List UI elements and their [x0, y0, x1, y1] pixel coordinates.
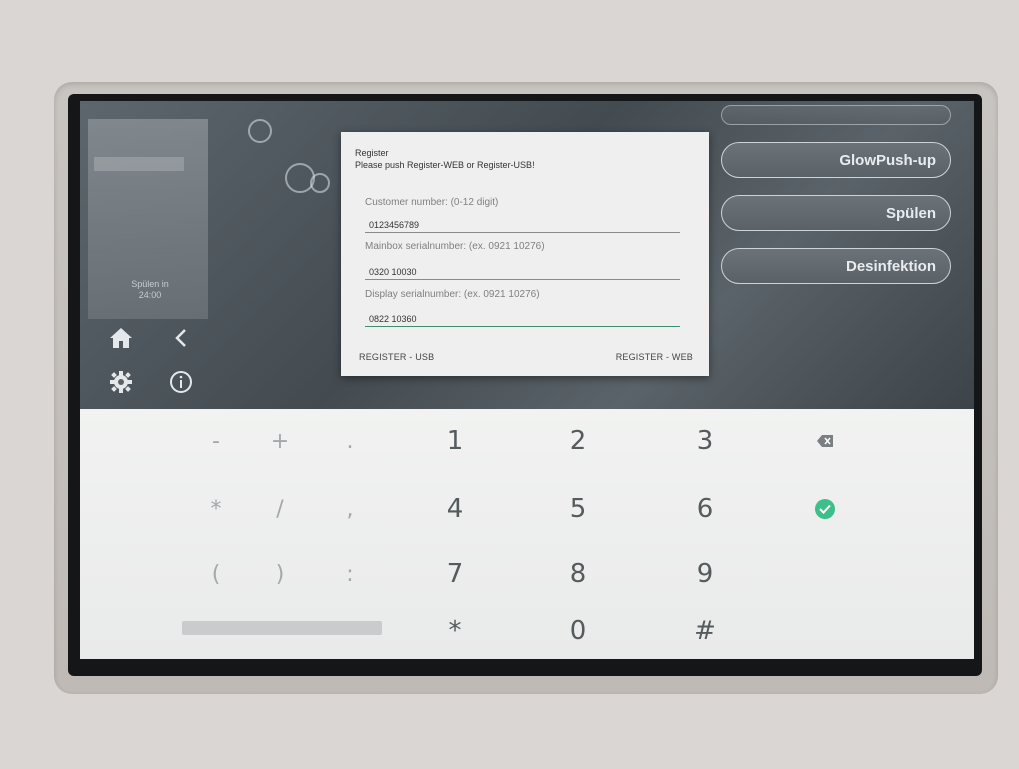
key-1[interactable]: 1 [425, 421, 485, 461]
key-2[interactable]: 2 [548, 421, 608, 461]
rinse-status-time: 24:00 [138, 290, 162, 300]
key-comma[interactable]: , [320, 489, 380, 529]
rinse-status-line: Spülen in [131, 279, 169, 289]
customer-number-label: Customer number: (0-12 digit) [365, 197, 499, 208]
key-hash[interactable]: # [675, 611, 735, 651]
key-9[interactable]: 9 [675, 554, 735, 594]
back-button[interactable] [166, 323, 196, 353]
space-bar[interactable] [182, 621, 382, 635]
customer-number-input[interactable] [365, 217, 680, 233]
display-serial-input[interactable] [365, 311, 680, 327]
key-plus[interactable]: + [250, 421, 310, 461]
check-circle-icon [815, 499, 835, 519]
key-3[interactable]: 3 [675, 421, 735, 461]
glowpush-up-button[interactable]: GlowPush-up [721, 142, 951, 178]
bubble-decoration [310, 173, 330, 193]
key-colon[interactable]: : [320, 554, 380, 594]
desinfektion-label: Desinfektion [845, 257, 936, 275]
confirm-key[interactable] [795, 489, 855, 529]
key-close-paren[interactable]: ) [250, 554, 310, 594]
home-icon [110, 328, 132, 348]
info-button[interactable] [166, 367, 196, 397]
settings-button[interactable] [106, 367, 136, 397]
dialog-title: Register [355, 148, 389, 158]
info-icon [170, 371, 192, 393]
bubble-decoration [248, 119, 272, 143]
key-slash[interactable]: / [250, 489, 310, 529]
register-usb-button[interactable]: REGISTER - USB [355, 350, 438, 364]
register-web-button[interactable]: REGISTER - WEB [612, 350, 697, 364]
chevron-left-icon [175, 329, 186, 347]
dialog-message: Please push Register-WEB or Register-USB… [355, 160, 535, 170]
key-period[interactable]: . [320, 421, 380, 461]
home-button[interactable] [106, 323, 136, 353]
key-star[interactable]: * [425, 611, 485, 651]
key-8[interactable]: 8 [548, 554, 608, 594]
key-4[interactable]: 4 [425, 489, 485, 529]
key-7[interactable]: 7 [425, 554, 485, 594]
numeric-keypad: - + . 1 2 3 * / , 4 5 6 ( ) : 7 8 9 * 0 … [80, 409, 974, 659]
logo-strip [94, 157, 184, 171]
backspace-key[interactable] [795, 421, 855, 461]
hidden-top-button[interactable] [721, 105, 951, 125]
mainbox-serial-label: Mainbox serialnumber: (ex. 0921 10276) [365, 241, 545, 252]
touch-screen: Spülen in 24:00 GlowPush-up Spülen Desin… [80, 101, 974, 659]
key-0[interactable]: 0 [548, 611, 608, 651]
key-asterisk[interactable]: * [186, 489, 246, 529]
desinfektion-button[interactable]: Desinfektion [721, 248, 951, 284]
register-dialog: Register Please push Register-WEB or Reg… [341, 132, 709, 376]
backspace-icon [817, 435, 833, 447]
spuelen-label: Spülen [885, 204, 936, 222]
key-6[interactable]: 6 [675, 489, 735, 529]
rinse-status: Spülen in 24:00 [110, 279, 190, 301]
display-serial-label: Display serialnumber: (ex. 0921 10276) [365, 289, 540, 300]
mainbox-serial-input[interactable] [365, 264, 680, 280]
key-5[interactable]: 5 [548, 489, 608, 529]
key-minus[interactable]: - [186, 421, 246, 461]
glowpush-up-label: GlowPush-up [839, 151, 936, 169]
gear-icon [110, 371, 132, 393]
key-open-paren[interactable]: ( [186, 554, 246, 594]
spuelen-button[interactable]: Spülen [721, 195, 951, 231]
